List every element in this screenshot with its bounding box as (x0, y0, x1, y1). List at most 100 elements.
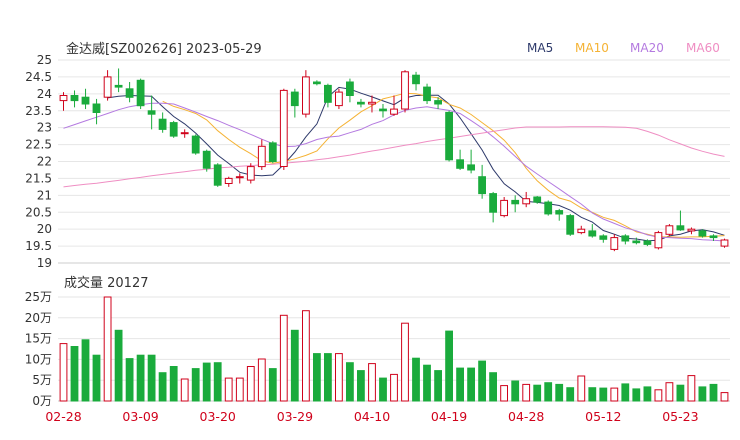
volume-bar (257, 358, 266, 402)
stock-chart: 金达威[SZ002626] 2023-05-29 MA5 MA10 MA20 MA60… (25, 41, 730, 424)
volume-bar (544, 382, 553, 402)
volume-bar (698, 386, 707, 402)
volume-bar (423, 364, 431, 402)
candle-body (224, 177, 233, 184)
volume-bar (434, 370, 443, 402)
volume-bar (632, 388, 641, 402)
candle-body (577, 228, 586, 234)
candle (180, 129, 189, 138)
candle-body (103, 76, 112, 98)
price-tick-label: 24.5 (25, 70, 52, 84)
candle (478, 164, 487, 199)
volume-bar (720, 392, 729, 402)
candle-body (434, 100, 443, 105)
volume-bar (92, 354, 101, 402)
candle-body (235, 176, 244, 179)
price-tick-label: 25 (37, 53, 52, 67)
legend-ma5: MA5 (527, 41, 553, 55)
candle (698, 229, 707, 238)
candle-body (401, 71, 409, 110)
candle-body (147, 110, 156, 115)
candle-body (555, 210, 564, 215)
volume-tick-label: 5万 (32, 373, 52, 387)
candle-body (92, 103, 101, 113)
candle (456, 149, 465, 170)
volume-tick-label: 15万 (25, 332, 52, 346)
volume-bar (709, 383, 718, 402)
date-tick-label: 04-19 (431, 409, 467, 424)
volume-bar (180, 378, 189, 402)
candle (158, 112, 167, 133)
candle-body (522, 198, 531, 205)
volume-bar (169, 366, 178, 402)
volume-bar (224, 377, 233, 402)
price-tick-label: 19 (37, 256, 52, 270)
candle (522, 191, 531, 208)
volume-bar (346, 362, 354, 402)
candle (445, 110, 454, 162)
candle (610, 234, 619, 252)
candle-body (566, 215, 575, 235)
volume-bar (246, 366, 255, 402)
candle (423, 83, 431, 104)
candle-body (654, 232, 663, 249)
candle (621, 234, 630, 245)
volume-tick-label: 25万 (25, 290, 52, 304)
volume-bar (59, 343, 68, 402)
volume-bar (610, 387, 619, 402)
price-tick-label: 21.5 (25, 171, 52, 185)
candle (302, 70, 310, 118)
price-grid (58, 59, 730, 264)
volume-bar (412, 357, 420, 402)
date-axis: 02-28 03-09 03-20 03-29 04-10 04-19 04-28 05-12… (45, 409, 698, 424)
volume-bar (136, 354, 145, 402)
line-ma10 (162, 92, 725, 238)
candle-body (158, 118, 167, 130)
candle-body (423, 86, 431, 102)
volume-bar (324, 353, 332, 402)
candle (92, 98, 101, 125)
volume-bar (456, 367, 465, 402)
date-tick-label: 03-29 (277, 409, 313, 424)
candle (401, 70, 409, 113)
candle (224, 176, 233, 187)
candle (290, 88, 299, 118)
candle-body (346, 81, 354, 96)
legend-ma60: MA60 (686, 41, 720, 55)
volume-bar (522, 383, 531, 402)
line-ma60 (63, 126, 725, 188)
volume-bar (478, 360, 487, 402)
candle (687, 227, 696, 235)
price-tick-label: 21 (37, 188, 52, 202)
volume-bar (302, 310, 310, 402)
candle (279, 88, 288, 170)
candle-body (335, 91, 343, 107)
candle-body (544, 201, 553, 215)
candle-body (709, 235, 718, 239)
candle (357, 98, 365, 108)
candle (676, 210, 685, 231)
price-tick-label: 20.5 (25, 205, 52, 219)
candle (246, 163, 255, 184)
volume-bar (70, 346, 79, 402)
candlestick-series (59, 68, 729, 252)
volume-bar (103, 296, 112, 402)
candle-body (246, 166, 255, 181)
volume-bar (357, 370, 365, 402)
candle (213, 163, 222, 187)
candle-body (456, 159, 465, 169)
candle (511, 195, 520, 213)
candle (268, 141, 277, 164)
volume-tick-label: 0万 (32, 394, 52, 408)
volume-bar (577, 375, 586, 402)
price-tick-label: 22 (37, 155, 52, 169)
candle (335, 88, 343, 110)
legend-ma10: MA10 (575, 41, 609, 55)
candle-body (720, 239, 729, 247)
candle-body (125, 88, 134, 98)
candle-body (114, 84, 123, 88)
candle-body (324, 84, 332, 103)
date-tick-label: 03-20 (200, 409, 236, 424)
volume-bar (235, 377, 244, 402)
volume-bar (401, 322, 409, 402)
